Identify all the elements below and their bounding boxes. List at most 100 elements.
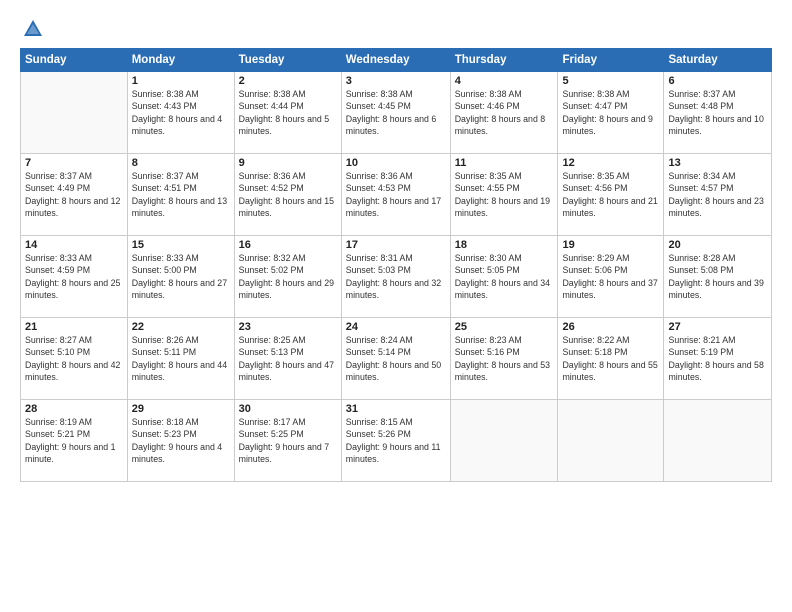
day-number: 30 xyxy=(239,403,337,415)
day-cell: 3Sunrise: 8:38 AMSunset: 4:45 PMDaylight… xyxy=(341,72,450,154)
day-number: 17 xyxy=(346,239,446,251)
day-info: Sunrise: 8:38 AMSunset: 4:43 PMDaylight:… xyxy=(132,88,230,137)
day-number: 2 xyxy=(239,75,337,87)
day-info: Sunrise: 8:18 AMSunset: 5:23 PMDaylight:… xyxy=(132,416,230,465)
day-number: 20 xyxy=(668,239,767,251)
week-row-3: 14Sunrise: 8:33 AMSunset: 4:59 PMDayligh… xyxy=(21,236,772,318)
day-cell xyxy=(450,400,558,482)
weekday-header-saturday: Saturday xyxy=(664,49,772,72)
day-number: 19 xyxy=(562,239,659,251)
day-number: 9 xyxy=(239,157,337,169)
day-cell: 28Sunrise: 8:19 AMSunset: 5:21 PMDayligh… xyxy=(21,400,128,482)
day-number: 25 xyxy=(455,321,554,333)
day-number: 11 xyxy=(455,157,554,169)
day-info: Sunrise: 8:37 AMSunset: 4:49 PMDaylight:… xyxy=(25,170,123,219)
day-cell: 1Sunrise: 8:38 AMSunset: 4:43 PMDaylight… xyxy=(127,72,234,154)
day-number: 28 xyxy=(25,403,123,415)
week-row-5: 28Sunrise: 8:19 AMSunset: 5:21 PMDayligh… xyxy=(21,400,772,482)
day-number: 5 xyxy=(562,75,659,87)
day-cell: 2Sunrise: 8:38 AMSunset: 4:44 PMDaylight… xyxy=(234,72,341,154)
day-info: Sunrise: 8:38 AMSunset: 4:46 PMDaylight:… xyxy=(455,88,554,137)
day-cell: 8Sunrise: 8:37 AMSunset: 4:51 PMDaylight… xyxy=(127,154,234,236)
day-cell xyxy=(21,72,128,154)
day-info: Sunrise: 8:17 AMSunset: 5:25 PMDaylight:… xyxy=(239,416,337,465)
day-cell: 7Sunrise: 8:37 AMSunset: 4:49 PMDaylight… xyxy=(21,154,128,236)
day-info: Sunrise: 8:32 AMSunset: 5:02 PMDaylight:… xyxy=(239,252,337,301)
day-number: 4 xyxy=(455,75,554,87)
day-number: 10 xyxy=(346,157,446,169)
day-number: 7 xyxy=(25,157,123,169)
day-info: Sunrise: 8:28 AMSunset: 5:08 PMDaylight:… xyxy=(668,252,767,301)
day-info: Sunrise: 8:27 AMSunset: 5:10 PMDaylight:… xyxy=(25,334,123,383)
day-cell: 6Sunrise: 8:37 AMSunset: 4:48 PMDaylight… xyxy=(664,72,772,154)
day-cell: 11Sunrise: 8:35 AMSunset: 4:55 PMDayligh… xyxy=(450,154,558,236)
day-number: 13 xyxy=(668,157,767,169)
day-info: Sunrise: 8:36 AMSunset: 4:53 PMDaylight:… xyxy=(346,170,446,219)
day-number: 16 xyxy=(239,239,337,251)
page: SundayMondayTuesdayWednesdayThursdayFrid… xyxy=(0,0,792,612)
day-number: 27 xyxy=(668,321,767,333)
day-cell: 22Sunrise: 8:26 AMSunset: 5:11 PMDayligh… xyxy=(127,318,234,400)
day-info: Sunrise: 8:38 AMSunset: 4:47 PMDaylight:… xyxy=(562,88,659,137)
weekday-header-friday: Friday xyxy=(558,49,664,72)
day-cell: 15Sunrise: 8:33 AMSunset: 5:00 PMDayligh… xyxy=(127,236,234,318)
day-cell: 16Sunrise: 8:32 AMSunset: 5:02 PMDayligh… xyxy=(234,236,341,318)
day-info: Sunrise: 8:30 AMSunset: 5:05 PMDaylight:… xyxy=(455,252,554,301)
week-row-2: 7Sunrise: 8:37 AMSunset: 4:49 PMDaylight… xyxy=(21,154,772,236)
logo xyxy=(20,18,44,40)
day-cell: 17Sunrise: 8:31 AMSunset: 5:03 PMDayligh… xyxy=(341,236,450,318)
day-cell: 30Sunrise: 8:17 AMSunset: 5:25 PMDayligh… xyxy=(234,400,341,482)
day-info: Sunrise: 8:22 AMSunset: 5:18 PMDaylight:… xyxy=(562,334,659,383)
calendar: SundayMondayTuesdayWednesdayThursdayFrid… xyxy=(20,48,772,482)
day-number: 21 xyxy=(25,321,123,333)
day-info: Sunrise: 8:19 AMSunset: 5:21 PMDaylight:… xyxy=(25,416,123,465)
day-info: Sunrise: 8:37 AMSunset: 4:48 PMDaylight:… xyxy=(668,88,767,137)
day-info: Sunrise: 8:23 AMSunset: 5:16 PMDaylight:… xyxy=(455,334,554,383)
day-number: 6 xyxy=(668,75,767,87)
day-info: Sunrise: 8:29 AMSunset: 5:06 PMDaylight:… xyxy=(562,252,659,301)
day-info: Sunrise: 8:24 AMSunset: 5:14 PMDaylight:… xyxy=(346,334,446,383)
weekday-header-tuesday: Tuesday xyxy=(234,49,341,72)
day-number: 26 xyxy=(562,321,659,333)
logo-icon xyxy=(22,18,44,40)
day-cell: 31Sunrise: 8:15 AMSunset: 5:26 PMDayligh… xyxy=(341,400,450,482)
day-number: 14 xyxy=(25,239,123,251)
day-cell: 13Sunrise: 8:34 AMSunset: 4:57 PMDayligh… xyxy=(664,154,772,236)
day-cell: 14Sunrise: 8:33 AMSunset: 4:59 PMDayligh… xyxy=(21,236,128,318)
day-number: 12 xyxy=(562,157,659,169)
day-cell: 26Sunrise: 8:22 AMSunset: 5:18 PMDayligh… xyxy=(558,318,664,400)
day-cell: 27Sunrise: 8:21 AMSunset: 5:19 PMDayligh… xyxy=(664,318,772,400)
day-cell: 24Sunrise: 8:24 AMSunset: 5:14 PMDayligh… xyxy=(341,318,450,400)
weekday-header-wednesday: Wednesday xyxy=(341,49,450,72)
day-number: 3 xyxy=(346,75,446,87)
day-cell: 29Sunrise: 8:18 AMSunset: 5:23 PMDayligh… xyxy=(127,400,234,482)
weekday-header-thursday: Thursday xyxy=(450,49,558,72)
week-row-1: 1Sunrise: 8:38 AMSunset: 4:43 PMDaylight… xyxy=(21,72,772,154)
day-info: Sunrise: 8:37 AMSunset: 4:51 PMDaylight:… xyxy=(132,170,230,219)
day-info: Sunrise: 8:33 AMSunset: 5:00 PMDaylight:… xyxy=(132,252,230,301)
day-number: 29 xyxy=(132,403,230,415)
day-number: 22 xyxy=(132,321,230,333)
day-number: 8 xyxy=(132,157,230,169)
week-row-4: 21Sunrise: 8:27 AMSunset: 5:10 PMDayligh… xyxy=(21,318,772,400)
day-info: Sunrise: 8:21 AMSunset: 5:19 PMDaylight:… xyxy=(668,334,767,383)
day-info: Sunrise: 8:38 AMSunset: 4:44 PMDaylight:… xyxy=(239,88,337,137)
day-info: Sunrise: 8:15 AMSunset: 5:26 PMDaylight:… xyxy=(346,416,446,465)
day-number: 24 xyxy=(346,321,446,333)
day-cell: 21Sunrise: 8:27 AMSunset: 5:10 PMDayligh… xyxy=(21,318,128,400)
day-cell: 5Sunrise: 8:38 AMSunset: 4:47 PMDaylight… xyxy=(558,72,664,154)
day-cell: 19Sunrise: 8:29 AMSunset: 5:06 PMDayligh… xyxy=(558,236,664,318)
day-cell: 25Sunrise: 8:23 AMSunset: 5:16 PMDayligh… xyxy=(450,318,558,400)
day-info: Sunrise: 8:35 AMSunset: 4:55 PMDaylight:… xyxy=(455,170,554,219)
day-cell: 12Sunrise: 8:35 AMSunset: 4:56 PMDayligh… xyxy=(558,154,664,236)
day-cell: 20Sunrise: 8:28 AMSunset: 5:08 PMDayligh… xyxy=(664,236,772,318)
day-cell: 9Sunrise: 8:36 AMSunset: 4:52 PMDaylight… xyxy=(234,154,341,236)
day-number: 15 xyxy=(132,239,230,251)
day-number: 18 xyxy=(455,239,554,251)
day-info: Sunrise: 8:31 AMSunset: 5:03 PMDaylight:… xyxy=(346,252,446,301)
weekday-header-monday: Monday xyxy=(127,49,234,72)
weekday-header-sunday: Sunday xyxy=(21,49,128,72)
day-cell xyxy=(664,400,772,482)
weekday-header-row: SundayMondayTuesdayWednesdayThursdayFrid… xyxy=(21,49,772,72)
day-number: 31 xyxy=(346,403,446,415)
